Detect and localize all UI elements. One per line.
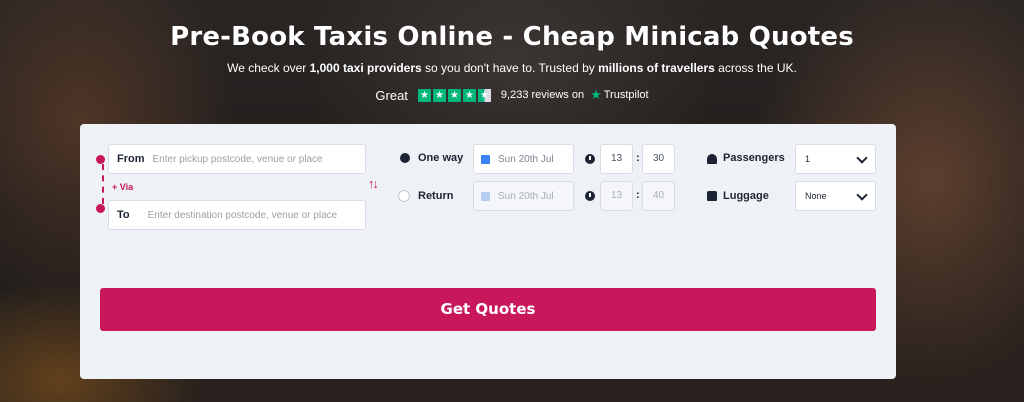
hero-subtitle: We check over 1,000 taxi providers so yo…	[0, 61, 1024, 75]
get-quotes-button[interactable]: Get Quotes	[100, 288, 876, 331]
return-radio[interactable]	[398, 190, 410, 202]
pickup-dot-icon	[96, 155, 105, 164]
one-way-date: Sun 20th Jul	[498, 153, 554, 165]
swap-icon[interactable]: ↑↓	[368, 176, 379, 191]
subtitle-text-2: so you don't have to. Trusted by	[421, 61, 599, 75]
calendar-icon	[481, 154, 490, 164]
trustpilot-brand: Trustpilot	[603, 89, 649, 101]
return-minute-input[interactable]: 40	[642, 181, 675, 211]
luggage-icon	[707, 191, 717, 201]
clock-icon	[585, 191, 595, 201]
star-icon: ★	[432, 88, 446, 102]
trustpilot-widget[interactable]: Great ★ ★ ★ ★ ★ 9,233 reviews on ★ Trustp…	[0, 87, 1024, 103]
trustpilot-star-icon: ★	[590, 87, 602, 102]
passengers-label: Passengers	[723, 152, 785, 164]
to-label: To	[117, 209, 130, 221]
subtitle-text-1: We check over	[227, 61, 310, 75]
to-field[interactable]: To Enter destination postcode, venue or …	[108, 200, 366, 230]
from-field[interactable]: From Enter pickup postcode, venue or pla…	[108, 144, 366, 174]
one-way-radio[interactable]	[400, 153, 410, 163]
return-label[interactable]: Return	[418, 190, 453, 202]
destination-dot-icon	[96, 204, 105, 213]
from-label: From	[117, 153, 145, 165]
luggage-value: None	[805, 191, 827, 201]
page-title: Pre-Book Taxis Online - Cheap Minicab Qu…	[170, 22, 854, 52]
time-separator: :	[636, 189, 640, 201]
clock-icon	[585, 154, 595, 164]
booking-form: + Via From Enter pickup postcode, venue …	[80, 124, 896, 379]
person-icon	[707, 154, 717, 164]
rating-word: Great	[375, 87, 408, 103]
luggage-label: Luggage	[723, 190, 769, 202]
star-icon: ★	[447, 88, 461, 102]
hero: Pre-Book Taxis Online - Cheap Minicab Qu…	[0, 0, 1024, 103]
half-star-icon: ★	[477, 88, 491, 102]
one-way-hour-input[interactable]: 13	[600, 144, 633, 174]
star-rating: ★ ★ ★ ★ ★	[417, 88, 491, 102]
to-placeholder: Enter destination postcode, venue or pla…	[147, 209, 338, 221]
trustpilot-logo: ★ Trustpilot	[590, 87, 648, 103]
return-date: Sun 20th Jul	[498, 190, 554, 202]
subtitle-text-3: across the UK.	[714, 61, 797, 75]
star-icon: ★	[417, 88, 431, 102]
return-hour-input[interactable]: 13	[600, 181, 633, 211]
add-via-link[interactable]: + Via	[112, 182, 133, 192]
subtitle-bold-2: millions of travellers	[598, 61, 715, 75]
from-placeholder: Enter pickup postcode, venue or place	[152, 153, 323, 165]
one-way-date-picker[interactable]: Sun 20th Jul	[473, 144, 574, 174]
passengers-value: 1	[805, 154, 811, 164]
star-icon: ★	[462, 88, 476, 102]
time-separator: :	[636, 152, 640, 164]
passengers-select[interactable]: 1	[795, 144, 876, 174]
chevron-down-icon	[856, 189, 868, 201]
review-count: 9,233 reviews on	[500, 89, 585, 101]
one-way-label[interactable]: One way	[418, 152, 463, 164]
subtitle-bold-1: 1,000 taxi providers	[309, 61, 422, 75]
calendar-icon	[481, 191, 490, 201]
chevron-down-icon	[856, 152, 868, 164]
luggage-select[interactable]: None	[795, 181, 876, 211]
route-line	[102, 164, 104, 204]
one-way-minute-input[interactable]: 30	[642, 144, 675, 174]
return-date-picker[interactable]: Sun 20th Jul	[473, 181, 574, 211]
